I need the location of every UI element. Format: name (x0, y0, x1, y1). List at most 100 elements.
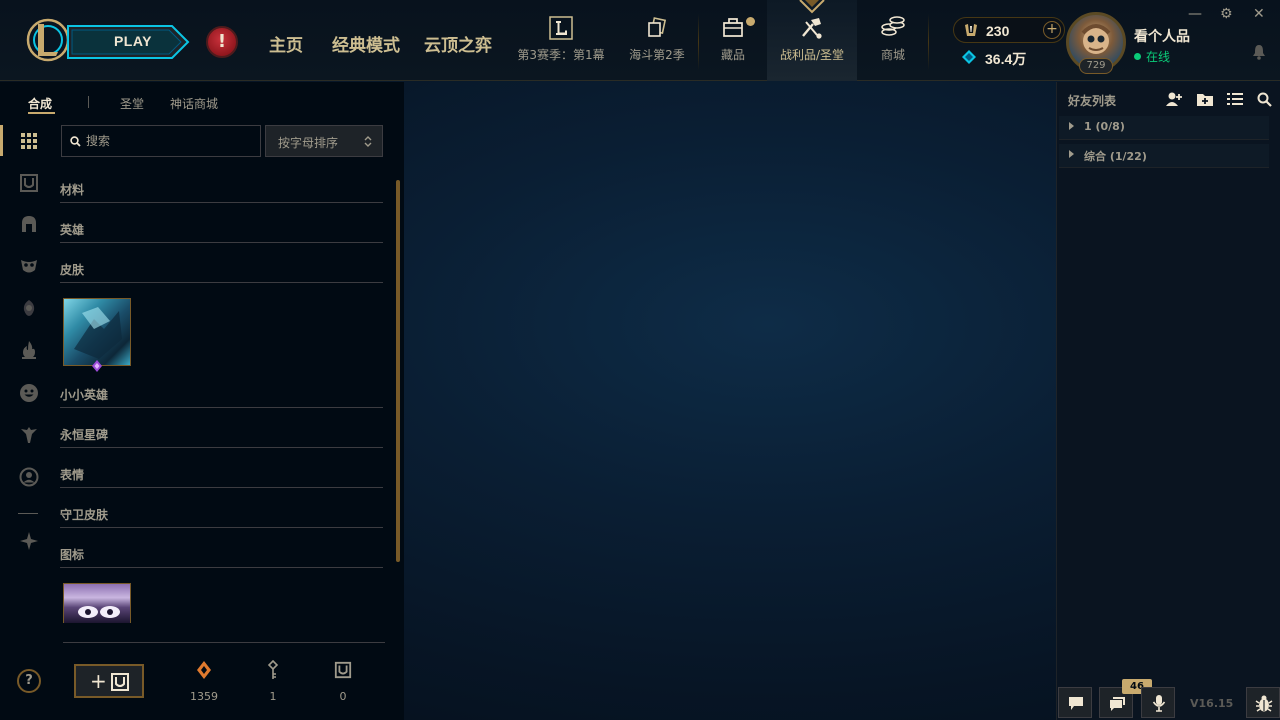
grid-icon[interactable] (19, 131, 39, 151)
nav-classic-mode[interactable]: 经典模式 (332, 31, 400, 56)
key-icon (267, 660, 279, 679)
bug-report-button[interactable] (1246, 687, 1280, 718)
nav-home[interactable]: 主页 (269, 31, 303, 56)
flame-icon[interactable] (19, 340, 39, 360)
active-tab-underline (28, 112, 55, 114)
add-folder-icon[interactable] (1196, 91, 1214, 107)
craft-chest-button[interactable]: + (74, 664, 144, 698)
nav-tft[interactable]: 云顶之弈 (424, 31, 492, 56)
play-button[interactable]: PLAY (64, 22, 192, 62)
blue-essence-icon (962, 50, 976, 64)
category-emotes[interactable]: 表情 (60, 466, 383, 488)
loot-scrollbar[interactable] (396, 180, 400, 562)
orange-essence-value: 1359 (190, 690, 218, 703)
nav-collection[interactable]: 藏品 (706, 0, 760, 81)
companion-icon[interactable] (19, 298, 39, 318)
friend-group[interactable]: 1 (0/8) (1059, 116, 1269, 140)
key-value: 1 (269, 690, 277, 703)
category-materials[interactable]: 材料 (60, 181, 383, 203)
mask-icon[interactable] (19, 256, 39, 276)
category-label: 守卫皮肤 (60, 508, 109, 522)
collection-notification-dot (746, 17, 755, 26)
nav-collection-label: 藏品 (720, 48, 745, 62)
nav-event-pass[interactable]: 海斗第2季 (622, 0, 692, 81)
plus-icon: + (90, 669, 107, 693)
nav-store[interactable]: 商城 (866, 0, 920, 81)
emote-icon[interactable] (19, 383, 39, 403)
chest-icon[interactable] (19, 173, 39, 193)
sort-label: 按字母排序 (278, 136, 339, 150)
tab-divider (88, 96, 89, 108)
skin-loot-item[interactable] (63, 298, 131, 366)
friend-group[interactable]: 综合 (1/22) (1059, 144, 1269, 168)
category-eternals[interactable]: 永恒星碑 (60, 426, 383, 448)
friend-group-label: 1 (0/8) (1084, 120, 1125, 133)
alert-icon[interactable]: ! (206, 26, 238, 58)
nav-divider (928, 14, 929, 70)
tab-crafting[interactable]: 合成 (28, 95, 52, 112)
messages-icon (1110, 697, 1125, 711)
rail-divider (18, 513, 38, 514)
tab-sanctum[interactable]: 圣堂 (120, 95, 144, 112)
chest-icon (111, 673, 129, 691)
search-input[interactable] (86, 126, 256, 156)
caret-right-icon (1069, 122, 1074, 130)
search-icon (70, 136, 81, 147)
client-version: V16.15 (1190, 697, 1234, 710)
list-view-icon[interactable] (1226, 91, 1244, 107)
minimize-button[interactable]: — (1188, 6, 1202, 22)
icon-art (78, 606, 120, 618)
rp-icon (965, 24, 977, 36)
search-icon[interactable] (1256, 91, 1274, 107)
orange-essence-icon (197, 661, 211, 679)
chevron-updown-icon (364, 136, 372, 147)
category-label: 永恒星碑 (60, 428, 109, 442)
nav-store-label: 商城 (880, 48, 905, 62)
microphone-icon (1152, 695, 1166, 712)
add-friend-icon[interactable] (1165, 91, 1183, 107)
category-icons[interactable]: 图标 (60, 546, 383, 568)
rarity-gem-icon (92, 360, 102, 372)
buy-rp-button[interactable]: + (1043, 21, 1061, 39)
help-button[interactable]: ? (17, 669, 41, 693)
helmet-icon[interactable] (19, 214, 39, 234)
tab-mythic-shop[interactable]: 神话商城 (170, 95, 218, 112)
status-indicator[interactable]: 在线 (1134, 48, 1170, 65)
category-skins[interactable]: 皮肤 (60, 261, 383, 283)
nav-season[interactable]: 第3赛季：第1幕 (510, 0, 612, 81)
rp-balance[interactable]: 230 + (953, 17, 1065, 43)
category-ward-skins[interactable]: 守卫皮肤 (60, 506, 383, 528)
list-bottom-divider (63, 642, 385, 643)
friends-panel: 好友列表 1 (0/8) 综合 (1/22) (1056, 82, 1280, 720)
icon-loot-item[interactable] (63, 583, 131, 623)
category-label: 表情 (60, 468, 85, 482)
settings-gear-icon[interactable]: ⚙ (1220, 6, 1233, 22)
skin-art (74, 307, 122, 359)
nav-divider (698, 14, 699, 70)
online-dot (1134, 53, 1141, 60)
close-button[interactable]: ✕ (1253, 6, 1265, 22)
ward-icon[interactable] (19, 531, 39, 551)
chest-icon (334, 661, 352, 679)
category-little-legends[interactable]: 小小英雄 (60, 386, 383, 408)
nav-event-pass-label: 海斗第2季 (629, 48, 685, 62)
search-field[interactable] (61, 125, 261, 157)
chat-icon (1069, 697, 1083, 710)
collection-icon (723, 18, 743, 37)
nav-loot-label: 战利品/圣堂 (779, 48, 845, 62)
nav-season-label: 第3赛季：第1幕 (517, 48, 605, 62)
summoner-name[interactable]: 看个人品 (1134, 26, 1190, 46)
profile-icon[interactable] (19, 467, 39, 487)
summoner-level: 729 (1079, 58, 1113, 74)
active-tab-indicator (799, 0, 825, 14)
chat-button[interactable] (1058, 687, 1092, 718)
league-client-window: PLAY ! 主页 经典模式 云顶之弈 第3赛季：第1幕 海斗第2季 藏品 战利… (0, 0, 1280, 720)
sort-dropdown[interactable]: 按字母排序 (265, 125, 383, 157)
category-champions[interactable]: 英雄 (60, 221, 383, 243)
bell-icon[interactable] (1252, 44, 1266, 60)
blue-essence-value: 36.4万 (985, 51, 1027, 67)
friend-group-label: 综合 (1/22) (1084, 150, 1147, 163)
statue-icon[interactable] (19, 425, 39, 445)
category-label: 图标 (60, 548, 85, 562)
voice-button[interactable] (1141, 687, 1175, 718)
